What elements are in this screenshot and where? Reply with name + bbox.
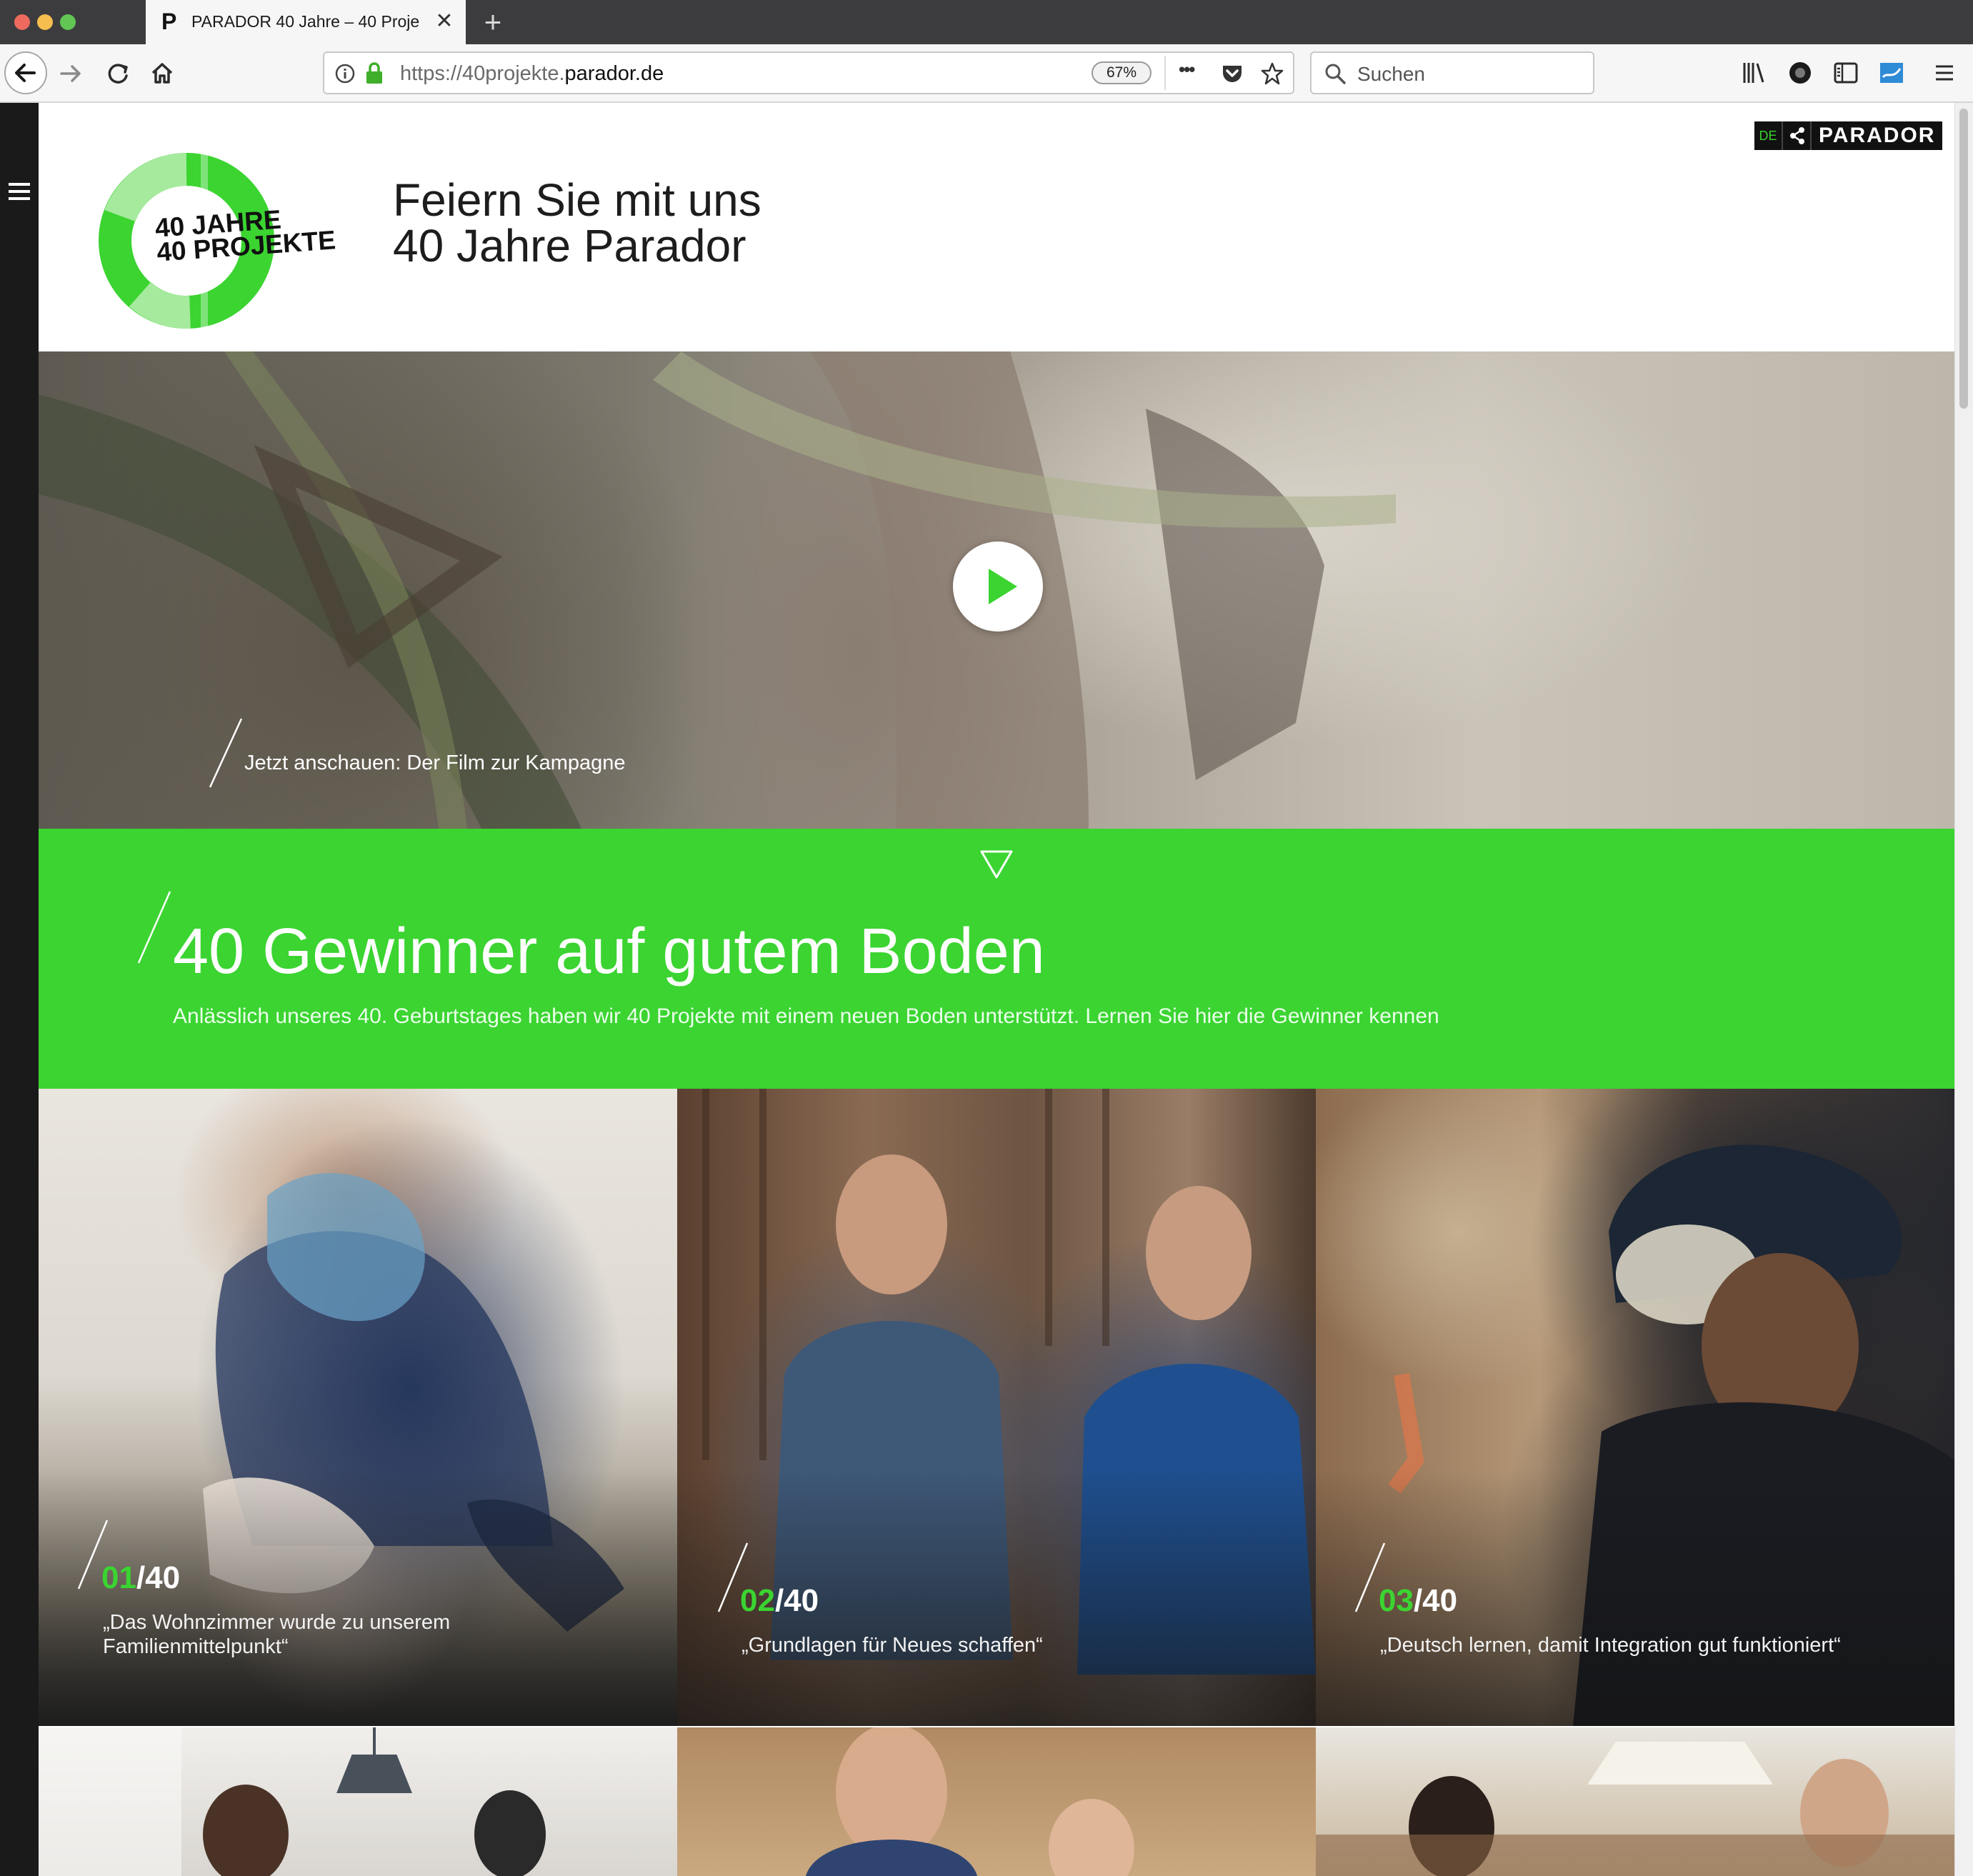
favicon-icon: P <box>161 9 177 34</box>
tab-title: PARADOR 40 Jahre – 40 Projekte <box>191 12 420 31</box>
brand-badge[interactable]: DE PARADOR <box>1754 121 1943 150</box>
minimize-window-button[interactable] <box>37 14 53 30</box>
url-host: parador.de <box>564 62 664 85</box>
language-switch[interactable]: DE <box>1754 121 1783 150</box>
tab-parador[interactable]: P PARADOR 40 Jahre – 40 Projekte ✕ <box>146 0 466 44</box>
browser-menu-icon[interactable] <box>1932 60 1957 86</box>
project-photo-mother-child <box>806 1727 1134 1876</box>
page-scrollbar[interactable] <box>1954 103 1973 1876</box>
search-icon <box>1325 64 1346 84</box>
home-button[interactable] <box>144 56 180 91</box>
back-button[interactable] <box>4 51 47 94</box>
close-window-button[interactable] <box>14 14 30 30</box>
slash-accent-icon <box>209 718 243 788</box>
intro-subtitle: Anlässlich unseres 40. Geburtstages habe… <box>173 1004 1439 1028</box>
reload-icon <box>108 64 128 84</box>
project-photo-kitchen-table <box>39 1727 546 1876</box>
site-header: 40 JAHRE 40 PROJEKTE Feiern Sie mit uns … <box>39 103 1954 351</box>
slash-accent-icon <box>137 891 171 964</box>
project-tile[interactable] <box>677 1727 1316 1876</box>
campaign-logo[interactable]: 40 JAHRE 40 PROJEKTE <box>97 151 336 330</box>
page-actions-button[interactable]: ••• <box>1179 59 1195 81</box>
project-quote: „Grundlagen für Neues schaffen“ <box>741 1634 1043 1657</box>
tab-close-icon[interactable]: ✕ <box>431 9 457 34</box>
browser-tab-bar: P PARADOR 40 Jahre – 40 Projekte ✕ + <box>0 0 1973 44</box>
forward-button[interactable] <box>53 56 89 91</box>
screenshot-icon[interactable] <box>1877 59 1906 87</box>
logo-text: 40 JAHRE 40 PROJEKTE <box>154 204 336 267</box>
page-headline: Feiern Sie mit uns 40 Jahre Parador <box>393 177 761 269</box>
project-quote: „Das Wohnzimmer wurde zu unserem Familie… <box>103 1611 451 1658</box>
new-tab-button[interactable]: + <box>477 4 509 40</box>
project-tile[interactable]: 03/40 „Deutsch lernen, damit Integration… <box>1316 1089 1954 1726</box>
lock-icon <box>366 62 382 84</box>
project-tile[interactable]: 02/40 „Grundlagen für Neues schaffen“ <box>677 1089 1316 1726</box>
brand-logo[interactable]: PARADOR <box>1812 121 1942 150</box>
info-icon[interactable] <box>334 63 356 84</box>
url-divider <box>1164 56 1166 90</box>
play-button[interactable] <box>953 542 1043 632</box>
project-quote: „Deutsch lernen, damit Integration gut f… <box>1380 1634 1841 1657</box>
library-icon[interactable] <box>1740 59 1769 87</box>
share-button[interactable] <box>1783 121 1812 150</box>
extension-icon[interactable] <box>1786 59 1814 87</box>
project-tile[interactable] <box>1316 1727 1954 1876</box>
search-input[interactable]: Suchen <box>1310 51 1594 94</box>
share-icon <box>1790 127 1804 144</box>
headline-line-1: Feiern Sie mit uns <box>393 174 761 226</box>
play-icon <box>989 569 1017 604</box>
intro-title: 40 Gewinner auf gutem Boden <box>173 916 1045 987</box>
project-tile[interactable] <box>39 1727 677 1876</box>
zoom-level-badge[interactable]: 67% <box>1092 61 1152 84</box>
arrow-left-icon <box>15 64 36 82</box>
tile-shade <box>39 1469 677 1726</box>
url-bar[interactable]: https://40projekte.parador.de 67% ••• <box>323 51 1294 94</box>
search-placeholder: Suchen <box>1357 63 1425 85</box>
url-prefix: https://40projekte. <box>400 62 565 85</box>
url-text[interactable]: https://40projekte.parador.de <box>400 62 664 86</box>
headline-line-2: 40 Jahre Parador <box>393 220 746 271</box>
reload-button[interactable] <box>100 56 136 91</box>
sidebar-icon[interactable] <box>1832 59 1860 87</box>
bookmark-star-icon[interactable] <box>1260 61 1284 86</box>
scroll-down-triangle-icon[interactable] <box>979 849 1014 880</box>
project-photo-older-couple <box>1316 1742 1954 1876</box>
hero-video[interactable]: Jetzt anschauen: Der Film zur Kampagne <box>39 351 1954 829</box>
maximize-window-button[interactable] <box>60 14 76 30</box>
intro-banner: 40 Gewinner auf gutem Boden Anlässlich u… <box>39 829 1954 1089</box>
browser-toolbar: https://40projekte.parador.de 67% ••• Su… <box>0 44 1973 103</box>
scroll-thumb[interactable] <box>1959 109 1968 409</box>
hamburger-icon[interactable] <box>6 180 33 203</box>
pocket-icon[interactable] <box>1220 61 1244 86</box>
left-rail <box>0 103 39 1876</box>
hero-caption[interactable]: Jetzt anschauen: Der Film zur Kampagne <box>244 752 626 775</box>
project-number: 01/40 <box>101 1560 181 1595</box>
project-tile[interactable]: 01/40 „Das Wohnzimmer wurde zu unserem F… <box>39 1089 677 1726</box>
project-number: 03/40 <box>1379 1583 1458 1618</box>
project-number: 02/40 <box>740 1583 819 1618</box>
home-icon <box>151 63 173 84</box>
arrow-right-icon <box>60 65 81 82</box>
